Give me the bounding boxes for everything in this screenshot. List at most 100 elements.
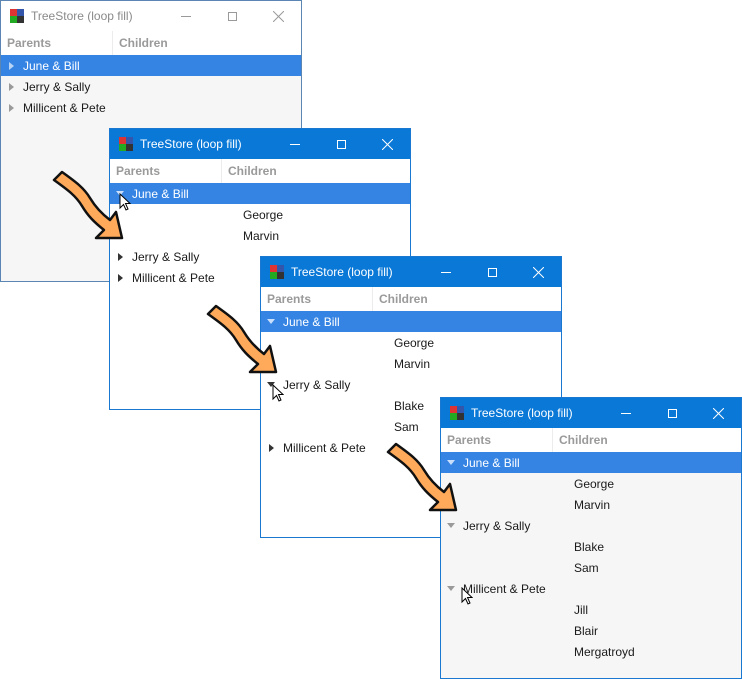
parent-label: June & Bill [132,186,189,201]
child-label: Blake [394,398,425,413]
parent-label: Millicent & Pete [23,100,106,115]
window-4: TreeStore (loop fill) Parents Children J… [440,397,742,679]
column-header-children[interactable]: Children [222,164,277,178]
title-bar[interactable]: TreeStore (loop fill) [1,1,301,31]
mouse-cursor-icon [461,587,473,605]
column-header-children[interactable]: Children [553,433,608,447]
child-label: George [243,207,284,222]
column-header-parents[interactable]: Parents [1,31,113,55]
parent-label: Jerry & Sally [132,249,200,264]
column-header-children[interactable]: Children [373,292,428,306]
title-bar[interactable]: TreeStore (loop fill) [110,129,410,159]
tree-row-parent[interactable]: Millicent & Pete [441,578,741,599]
expander-collapsed-icon[interactable] [110,246,132,267]
child-label: Marvin [243,228,280,243]
child-label: George [394,335,435,350]
tree-row-child[interactable]: George [110,204,410,225]
column-header-children[interactable]: Children [113,36,168,50]
tree-row-parent[interactable]: June & Bill [261,311,561,332]
child-label: Blake [574,539,605,554]
tree-header: Parents Children [261,287,561,311]
close-button[interactable] [255,1,301,31]
curved-arrow-icon [206,304,278,374]
tree-row-child[interactable]: Marvin [441,494,741,515]
minimize-button[interactable] [163,1,209,31]
gtk-cube-icon [119,137,133,151]
close-icon [272,10,284,22]
child-label: Marvin [394,356,431,371]
minimize-button[interactable] [272,129,318,159]
title-bar[interactable]: TreeStore (loop fill) [441,398,741,428]
minimize-button[interactable] [603,398,649,428]
tree-row-parent[interactable]: June & Bill [1,55,301,76]
close-button[interactable] [515,257,561,287]
expander-expanded-icon[interactable] [441,578,463,599]
child-label: Marvin [574,497,611,512]
expander-collapsed-icon[interactable] [1,76,23,97]
maximize-icon [667,408,677,418]
maximize-button[interactable] [649,398,695,428]
window-title: TreeStore (loop fill) [471,406,573,420]
maximize-button[interactable] [209,1,255,31]
gtk-cube-icon [270,265,284,279]
parent-label: Millicent & Pete [132,270,215,285]
child-label: Mergatroyd [574,644,635,659]
close-icon [532,266,544,278]
tree-row-child[interactable]: George [441,473,741,494]
parent-label: June & Bill [463,455,520,470]
minimize-icon [621,412,631,414]
tree-row-parent[interactable]: June & Bill [110,183,410,204]
minimize-icon [181,15,191,17]
mouse-cursor-icon [272,384,284,402]
expander-collapsed-icon[interactable] [261,437,283,458]
tree-row-parent[interactable]: Millicent & Pete [1,97,301,118]
tree-row-child[interactable]: Mergatroyd [441,641,741,662]
window-title: TreeStore (loop fill) [291,265,393,279]
close-button[interactable] [364,129,410,159]
child-label: Blair [574,623,599,638]
tree-row-parent[interactable]: Jerry & Sally [261,374,561,395]
expander-collapsed-icon[interactable] [110,267,132,288]
child-label: George [574,476,615,491]
tree-row-child[interactable]: Sam [441,557,741,578]
tree-row-child[interactable]: Jill [441,599,741,620]
parent-label: June & Bill [283,314,340,329]
parent-label: Jerry & Sally [283,377,351,392]
expander-collapsed-icon[interactable] [1,55,23,76]
parent-label: June & Bill [23,58,80,73]
expander-collapsed-icon[interactable] [1,97,23,118]
close-icon [381,138,393,150]
window-title: TreeStore (loop fill) [31,9,133,23]
maximize-icon [227,11,237,21]
parent-label: Jerry & Sally [23,79,91,94]
parent-label: Jerry & Sally [463,518,531,533]
maximize-button[interactable] [469,257,515,287]
tree-row-child[interactable]: Blake [441,536,741,557]
gtk-cube-icon [450,406,464,420]
tree-row-child[interactable]: George [261,332,561,353]
mouse-cursor-icon [119,193,131,211]
child-label: Sam [394,419,419,434]
tree-row-parent[interactable]: June & Bill [441,452,741,473]
expander-expanded-icon[interactable] [441,515,463,536]
tree-row-parent[interactable]: Jerry & Sally [1,76,301,97]
title-bar[interactable]: TreeStore (loop fill) [261,257,561,287]
curved-arrow-icon [386,442,458,512]
maximize-icon [487,267,497,277]
tree-header: Parents Children [441,428,741,452]
maximize-button[interactable] [318,129,364,159]
tree-row-child[interactable]: Blair [441,620,741,641]
child-label: Sam [574,560,599,575]
maximize-icon [336,139,346,149]
tree-row-child[interactable]: Marvin [110,225,410,246]
gtk-cube-icon [10,9,24,23]
minimize-button[interactable] [423,257,469,287]
tree-row-parent[interactable]: Jerry & Sally [441,515,741,536]
tree-row-child[interactable]: Marvin [261,353,561,374]
parent-label: Millicent & Pete [463,581,546,596]
close-button[interactable] [695,398,741,428]
tree-view: June & Bill George Marvin Jerry & Sally … [441,452,741,678]
tree-header: Parents Children [1,31,301,55]
child-label: Jill [574,602,588,617]
parent-label: Millicent & Pete [283,440,366,455]
